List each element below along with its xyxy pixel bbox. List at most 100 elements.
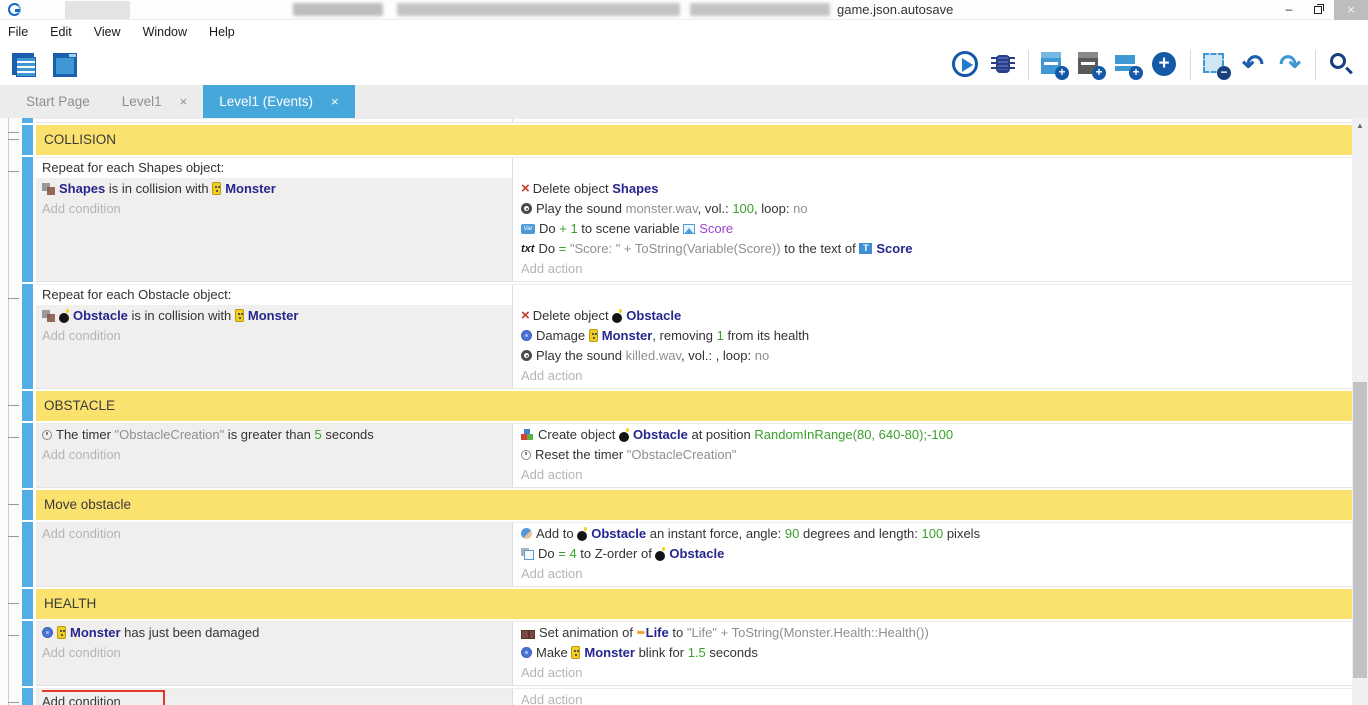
gutter-tick: [8, 437, 19, 438]
action-line[interactable]: Damage Monster, removing 1 from its heal…: [521, 326, 1344, 346]
event-selection-bar[interactable]: [22, 688, 33, 705]
window-title: game.json.autosave: [837, 2, 953, 17]
vertical-scrollbar[interactable]: ▲ ▼: [1352, 118, 1368, 705]
text-segment: Obstacle: [669, 546, 724, 561]
add-condition-button[interactable]: Add condition: [42, 445, 504, 465]
event-group-header[interactable]: OBSTACLE: [36, 391, 1352, 421]
debug-icon[interactable]: [988, 50, 1018, 80]
actions-column: ×Delete object ObstacleDamage Monster, r…: [512, 305, 1352, 388]
add-condition-button[interactable]: Add condition: [42, 199, 504, 219]
text-segment: 100: [922, 526, 944, 541]
text-segment: "Score: " + ToString(Variable(Score)): [566, 241, 780, 256]
tab-start-page[interactable]: Start Page: [10, 85, 106, 118]
menu-view[interactable]: View: [94, 22, 131, 42]
add-condition-button[interactable]: Add condition: [42, 690, 504, 705]
event-selection-bar[interactable]: [22, 125, 33, 155]
add-condition-button[interactable]: Add condition: [42, 326, 504, 346]
event-group-header[interactable]: HEALTH: [36, 589, 1352, 619]
event-selection-bar[interactable]: [22, 391, 33, 421]
start-page-icon[interactable]: [50, 50, 80, 80]
menu-file[interactable]: File: [8, 22, 38, 42]
action-line[interactable]: VarDo + 1 to scene variable Score: [521, 219, 1344, 239]
action-line[interactable]: Add to Obstacle an instant force, angle:…: [521, 524, 1344, 544]
add-action-button[interactable]: Add action: [521, 663, 1344, 683]
bomb-icon: [612, 313, 622, 323]
event-selection-bar[interactable]: [22, 157, 33, 282]
event-selection-bar[interactable]: [22, 490, 33, 520]
add-comment-icon[interactable]: +: [1113, 50, 1143, 80]
tab-close-icon[interactable]: ×: [180, 94, 188, 109]
text-segment: to the text of: [781, 241, 860, 256]
event-group-header[interactable]: Move obstacle: [36, 490, 1352, 520]
menu-window[interactable]: Window: [143, 22, 197, 42]
add-action-button[interactable]: Add action: [521, 690, 1344, 705]
redacted-text: [293, 3, 383, 16]
text-segment: , vol.: , loop:: [681, 348, 755, 363]
action-line[interactable]: ×Delete object Obstacle: [521, 306, 1344, 326]
event-row: Add condition Add to Obstacle an instant …: [36, 522, 1352, 587]
text-segment: to Z-order of: [577, 546, 656, 561]
minimize-button[interactable]: –: [1274, 0, 1304, 20]
event-selection-bar[interactable]: [22, 118, 33, 123]
scrollbar-thumb[interactable]: [1353, 382, 1367, 678]
tab-level1-events-[interactable]: Level1 (Events)×: [203, 85, 354, 118]
undo-icon[interactable]: ↶: [1238, 50, 1268, 80]
text-segment: seconds: [322, 427, 374, 442]
action-line[interactable]: Reset the timer "ObstacleCreation": [521, 445, 1344, 465]
event-selection-bar[interactable]: [22, 284, 33, 389]
text-segment: , vol.:: [698, 201, 733, 216]
redo-icon[interactable]: ↷: [1275, 50, 1305, 80]
add-action-button[interactable]: Add action: [521, 259, 1344, 279]
event-selection-bar[interactable]: [22, 522, 33, 587]
add-condition-button[interactable]: Add condition: [42, 643, 504, 663]
action-line[interactable]: Create object Obstacle at position Rando…: [521, 425, 1344, 445]
text-segment: Delete object: [533, 308, 613, 323]
add-action-button[interactable]: Add action: [521, 564, 1344, 584]
restore-button[interactable]: [1304, 0, 1334, 20]
add-subevent-icon[interactable]: +: [1076, 50, 1106, 80]
event-row: Repeat for each Obstacle object:Obstacle…: [36, 284, 1352, 389]
condition-line[interactable]: Shapes is in collision with Monster: [42, 179, 504, 199]
text-segment: Obstacle: [626, 308, 681, 323]
add-condition-button[interactable]: Add condition: [42, 524, 504, 544]
event-selection-bar[interactable]: [22, 589, 33, 619]
text-segment: Monster: [225, 181, 276, 196]
add-event-icon[interactable]: +: [1039, 50, 1069, 80]
remove-event-icon[interactable]: −: [1201, 50, 1231, 80]
action-line[interactable]: Play the sound monster.wav, vol.: 100, l…: [521, 199, 1344, 219]
action-line[interactable]: Do = 4 to Z-order of Obstacle: [521, 544, 1344, 564]
action-line[interactable]: ×Delete object Shapes: [521, 179, 1344, 199]
text-segment: Score: [699, 221, 733, 236]
action-line[interactable]: Make Monster blink for 1.5 seconds: [521, 643, 1344, 663]
menu-edit[interactable]: Edit: [50, 22, 82, 42]
event-group-header[interactable]: COLLISION: [36, 125, 1352, 155]
bomb-icon: [59, 313, 69, 323]
menu-help[interactable]: Help: [209, 22, 245, 42]
add-action-button[interactable]: Add action: [521, 366, 1344, 386]
text-segment: Add to: [536, 526, 577, 541]
condition-line[interactable]: Monster has just been damaged: [42, 623, 504, 643]
condition-line[interactable]: Obstacle is in collision with Monster: [42, 306, 504, 326]
action-line[interactable]: txtDo = "Score: " + ToString(Variable(Sc…: [521, 239, 1344, 259]
play-icon[interactable]: [951, 50, 981, 80]
action-line[interactable]: Set animation of •••Life to "Life" + ToS…: [521, 623, 1344, 643]
event-selection-bar[interactable]: [22, 423, 33, 488]
project-manager-icon[interactable]: [10, 50, 40, 80]
close-button[interactable]: ×: [1334, 0, 1368, 20]
event-repeat-header[interactable]: Repeat for each Shapes object:: [36, 158, 1352, 178]
event-repeat-header[interactable]: Repeat for each Obstacle object:: [36, 285, 1352, 305]
tab-close-icon[interactable]: ×: [331, 94, 339, 109]
text-segment: Do: [538, 546, 558, 561]
add-new-icon[interactable]: +: [1150, 50, 1180, 80]
tab-level1[interactable]: Level1×: [106, 85, 203, 118]
add-action-button[interactable]: Add action: [521, 465, 1344, 485]
condition-line[interactable]: The timer "ObstacleCreation" is greater …: [42, 425, 504, 445]
event-selection-bar[interactable]: [22, 621, 33, 686]
scroll-up-arrow[interactable]: ▲: [1352, 118, 1368, 134]
search-icon[interactable]: [1326, 50, 1356, 80]
action-line[interactable]: Play the sound killed.wav, vol.: , loop:…: [521, 346, 1344, 366]
gutter-tick: [8, 132, 19, 133]
text-segment: 5: [315, 427, 322, 442]
event-row: Repeat for each Shapes object:Shapes is …: [36, 157, 1352, 282]
scenevar-icon: [683, 224, 695, 234]
